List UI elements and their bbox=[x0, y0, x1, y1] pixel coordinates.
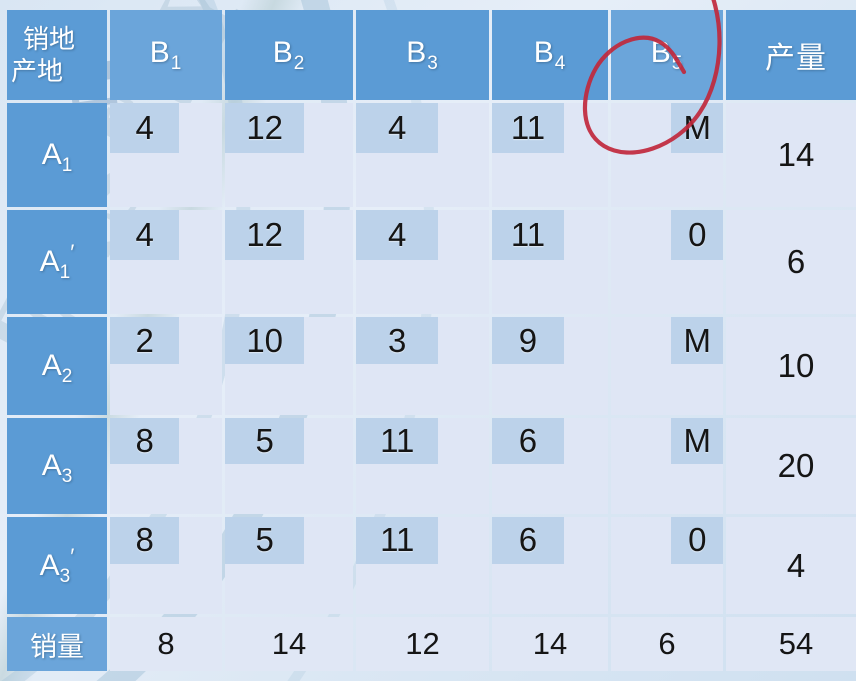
cost-value: 6 bbox=[492, 418, 564, 465]
cost-cell-a3p-b4: 6 bbox=[492, 517, 608, 614]
column-header-supply: 产量 bbox=[726, 10, 856, 100]
cost-value: 11 bbox=[356, 418, 439, 465]
cost-value: 5 bbox=[225, 517, 305, 564]
cost-cell-a2-b4: 9 bbox=[492, 317, 608, 415]
row-label-a3-prime: A3′ bbox=[7, 517, 107, 614]
cost-cell-a1p-b5: 0 bbox=[611, 210, 723, 314]
demand-b1: 8 bbox=[110, 617, 222, 671]
demand-row: 销量 8 14 12 14 6 54 bbox=[7, 617, 856, 671]
supply-a3: 20 bbox=[726, 418, 856, 514]
corner-header: 销地 产地 bbox=[7, 10, 107, 100]
row-label-a1: A1 bbox=[7, 103, 107, 207]
table-row: A3 8 5 11 6 M 20 bbox=[7, 418, 856, 514]
cost-value: 4 bbox=[110, 103, 180, 153]
cost-cell-a2-b2: 10 bbox=[225, 317, 353, 415]
cost-value: M bbox=[671, 418, 723, 465]
table-row: A3′ 8 5 11 6 0 4 bbox=[7, 517, 856, 614]
column-header-b3: B3 bbox=[356, 10, 489, 100]
cost-cell-a1p-b3: 4 bbox=[356, 210, 489, 314]
cost-value: 0 bbox=[671, 210, 723, 260]
cost-cell-a3-b5: M bbox=[611, 418, 723, 514]
cost-cell-a3-b4: 6 bbox=[492, 418, 608, 514]
row-label-a2: A2 bbox=[7, 317, 107, 415]
transportation-tableau: 销地 产地 B1 B2 B3 B4 B5 产量 A1 4 12 4 11 M 1… bbox=[4, 7, 856, 674]
cost-cell-a1p-b2: 12 bbox=[225, 210, 353, 314]
row-label-a1-prime: A1′ bbox=[7, 210, 107, 314]
cost-cell-a3-b3: 11 bbox=[356, 418, 489, 514]
row-label-a3: A3 bbox=[7, 418, 107, 514]
demand-b5: 6 bbox=[611, 617, 723, 671]
cost-cell-a2-b1: 2 bbox=[110, 317, 222, 415]
cost-value: 11 bbox=[356, 517, 439, 564]
cost-value: 6 bbox=[492, 517, 564, 564]
column-header-b2: B2 bbox=[225, 10, 353, 100]
cost-value: 3 bbox=[356, 317, 439, 365]
cost-value: 8 bbox=[110, 517, 180, 564]
table-row: A1 4 12 4 11 M 14 bbox=[7, 103, 856, 207]
table-row: A1′ 4 12 4 11 0 6 bbox=[7, 210, 856, 314]
cost-cell-a3p-b5: 0 bbox=[611, 517, 723, 614]
demand-row-label: 销量 bbox=[7, 617, 107, 671]
cost-cell-a1-b4: 11 bbox=[492, 103, 608, 207]
cost-value: 9 bbox=[492, 317, 564, 365]
cost-cell-a3p-b3: 11 bbox=[356, 517, 489, 614]
cost-value: 12 bbox=[225, 210, 305, 260]
demand-b4: 14 bbox=[492, 617, 608, 671]
cost-cell-a1-b5: M bbox=[611, 103, 723, 207]
cost-value: M bbox=[671, 103, 723, 153]
supply-a2: 10 bbox=[726, 317, 856, 415]
header-row: 销地 产地 B1 B2 B3 B4 B5 产量 bbox=[7, 10, 856, 100]
supply-a1-prime: 6 bbox=[726, 210, 856, 314]
column-header-b1: B1 bbox=[110, 10, 222, 100]
cost-value: 4 bbox=[356, 210, 439, 260]
table-row: A2 2 10 3 9 M 10 bbox=[7, 317, 856, 415]
cost-value: 5 bbox=[225, 418, 305, 465]
cost-cell-a3-b2: 5 bbox=[225, 418, 353, 514]
cost-value: 10 bbox=[225, 317, 305, 365]
cost-cell-a1-b3: 4 bbox=[356, 103, 489, 207]
cost-value: 0 bbox=[671, 517, 723, 564]
cost-cell-a2-b3: 3 bbox=[356, 317, 489, 415]
cost-value: 4 bbox=[356, 103, 439, 153]
corner-destination-label: 销地 bbox=[23, 23, 76, 54]
demand-b2: 14 bbox=[225, 617, 353, 671]
column-header-b4: B4 bbox=[492, 10, 608, 100]
supply-a3-prime: 4 bbox=[726, 517, 856, 614]
cost-cell-a1-b1: 4 bbox=[110, 103, 222, 207]
cost-cell-a2-b5: M bbox=[611, 317, 723, 415]
demand-b3: 12 bbox=[356, 617, 489, 671]
cost-value: 11 bbox=[492, 210, 564, 260]
cost-value: 12 bbox=[225, 103, 305, 153]
cost-value: 4 bbox=[110, 210, 180, 260]
cost-value: 2 bbox=[110, 317, 180, 365]
cost-cell-a1p-b4: 11 bbox=[492, 210, 608, 314]
cost-value: M bbox=[671, 317, 723, 365]
cost-value: 11 bbox=[492, 103, 564, 153]
cost-value: 8 bbox=[110, 418, 180, 465]
cost-cell-a1p-b1: 4 bbox=[110, 210, 222, 314]
cost-cell-a3p-b2: 5 bbox=[225, 517, 353, 614]
column-header-b5: B5 bbox=[611, 10, 723, 100]
supply-a1: 14 bbox=[726, 103, 856, 207]
cost-cell-a1-b2: 12 bbox=[225, 103, 353, 207]
slide-canvas: 学 ERSITY 销地 产地 B1 B2 B3 B4 bbox=[0, 0, 856, 681]
cost-cell-a3-b1: 8 bbox=[110, 418, 222, 514]
cost-cell-a3p-b1: 8 bbox=[110, 517, 222, 614]
grand-total: 54 bbox=[726, 617, 856, 671]
corner-origin-label: 产地 bbox=[11, 56, 64, 86]
